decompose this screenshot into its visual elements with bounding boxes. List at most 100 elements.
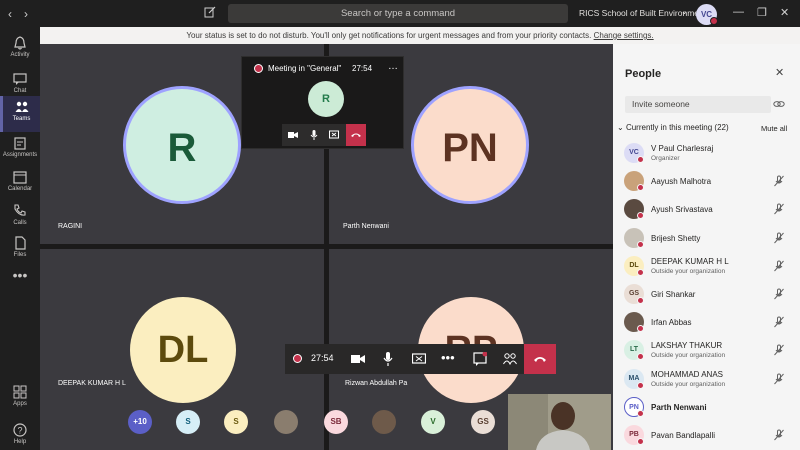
title-bar: ‹ › Search or type a command RICS School… [0, 0, 800, 27]
microphone-icon[interactable] [309, 130, 319, 140]
phone-icon [14, 204, 26, 216]
more-actions-icon[interactable]: ••• [441, 350, 455, 365]
muted-mic-icon[interactable] [773, 175, 785, 187]
roster-avatar[interactable]: +10 [128, 410, 152, 434]
share-screen-icon[interactable] [329, 130, 339, 140]
participant-name: DEEPAK KUMAR H L [651, 256, 729, 266]
participant-row[interactable]: Irfan Abbas [613, 309, 800, 337]
participant-row[interactable]: Brijesh Shetty [613, 225, 800, 253]
share-link-icon[interactable] [773, 98, 785, 110]
mute-all-button[interactable]: Mute all [761, 124, 787, 133]
rail-item-activity[interactable]: Activity [0, 32, 40, 68]
people-title: People [625, 68, 662, 80]
roster-avatar[interactable]: GS [471, 410, 495, 434]
muted-mic-icon[interactable] [773, 429, 785, 441]
more-apps-icon[interactable]: ••• [0, 267, 40, 283]
participant-row[interactable]: VC V Paul Charlesraj Organizer [613, 140, 800, 168]
muted-mic-icon[interactable] [773, 203, 785, 215]
mini-hang-up-button[interactable] [346, 124, 366, 146]
calendar-icon [13, 171, 27, 184]
rail-item-label: Calls [13, 220, 27, 226]
dnd-status-icon [710, 17, 718, 25]
tile-avatar: DL [130, 297, 236, 403]
rail-item-files[interactable]: Files [0, 232, 40, 268]
muted-mic-icon[interactable] [773, 344, 785, 356]
participant-row[interactable]: Ayush Srivastava [613, 196, 800, 224]
participant-row[interactable]: PB Pavan Bandlapalli [613, 422, 800, 450]
participant-row[interactable]: DL DEEPAK KUMAR H L Outside your organizat… [613, 253, 800, 281]
close-icon[interactable]: ✕ [775, 66, 784, 79]
maximize-icon[interactable]: ❐ [757, 6, 767, 19]
rail-item-help[interactable]: ? Help [0, 419, 40, 450]
roster-avatar[interactable] [274, 410, 298, 434]
self-video-preview[interactable] [508, 394, 611, 450]
participant-row[interactable]: LT LAKSHAY THAKUR Outside your organizatio… [613, 337, 800, 365]
camera-icon[interactable] [351, 352, 365, 366]
dnd-status-icon [637, 381, 644, 389]
participant-row[interactable]: GS Giri Shankar [613, 281, 800, 309]
muted-mic-icon[interactable] [773, 232, 785, 244]
more-options-icon[interactable]: … [388, 61, 398, 72]
muted-mic-icon[interactable] [773, 288, 785, 300]
search-input[interactable]: Search or type a command [228, 4, 568, 23]
participant-role: Outside your organization [651, 380, 726, 388]
participant-name: Irfan Abbas [651, 318, 692, 328]
muted-mic-icon[interactable] [773, 260, 785, 272]
roster-avatar[interactable]: S [176, 410, 200, 434]
meeting-timer: 27:54 [311, 353, 334, 363]
participants-icon[interactable] [503, 352, 517, 366]
mini-meeting-title: Meeting in "General" [268, 64, 342, 73]
dnd-status-icon [637, 409, 644, 417]
minimize-icon[interactable]: — [733, 6, 744, 18]
dnd-status-icon [637, 156, 644, 163]
chat-toggle-icon[interactable] [473, 352, 487, 366]
roster-avatar[interactable]: SB [324, 410, 348, 434]
compact-meeting-window[interactable]: Meeting in "General" 27:54 … R [241, 56, 404, 149]
participant-name: LAKSHAY THAKUR [651, 341, 723, 351]
apps-icon [13, 385, 27, 399]
tile-name: DEEPAK KUMAR H L [58, 380, 126, 387]
rail-item-calls[interactable]: Calls [0, 200, 40, 236]
svg-text:?: ? [17, 426, 22, 436]
recording-icon [254, 64, 263, 73]
tile-avatar: R [123, 86, 241, 204]
change-settings-link[interactable]: Change settings. [594, 31, 654, 40]
roster-avatar[interactable]: S [224, 410, 248, 434]
dnd-status-icon [637, 184, 644, 192]
muted-mic-icon[interactable] [773, 316, 785, 328]
chevron-down-icon[interactable]: ⌄ [681, 7, 688, 16]
participant-row[interactable]: MA MOHAMMAD ANAS Outside your organization [613, 366, 800, 394]
hang-up-icon [534, 357, 546, 362]
rail-item-calendar[interactable]: Calendar [0, 166, 40, 202]
help-icon: ? [13, 423, 27, 437]
org-name[interactable]: RICS School of Built Environment... [579, 8, 713, 18]
rail-item-label: Calendar [7, 186, 33, 192]
compose-icon[interactable] [204, 6, 216, 18]
rail-item-teams[interactable]: Teams [0, 96, 40, 132]
close-window-icon[interactable]: ✕ [780, 6, 789, 19]
dnd-status-icon [637, 438, 644, 445]
assignments-icon [14, 137, 26, 150]
teams-icon [15, 101, 28, 112]
forward-arrow-icon[interactable]: › [24, 7, 28, 21]
chevron-down-icon: ⌄ [617, 123, 626, 132]
dnd-status-icon [637, 212, 644, 220]
participant-row[interactable]: PN Parth Nenwani [613, 394, 800, 422]
rail-item-apps[interactable]: Apps [0, 381, 40, 417]
rail-item-label: Files [13, 252, 27, 258]
meeting-section-header[interactable]: ⌄ Currently in this meeting (22) [617, 123, 729, 132]
share-screen-icon[interactable] [412, 352, 426, 366]
files-icon [15, 236, 26, 250]
invite-input[interactable]: Invite someone [625, 96, 771, 113]
rail-item-assignments[interactable]: Assignments [0, 132, 40, 168]
microphone-icon[interactable] [381, 352, 395, 366]
back-arrow-icon[interactable]: ‹ [8, 7, 12, 21]
mini-meeting-timer: 27:54 [352, 64, 373, 73]
hang-up-button[interactable] [524, 344, 556, 374]
roster-avatar[interactable]: V [421, 410, 445, 434]
camera-icon[interactable] [288, 130, 298, 140]
roster-avatar[interactable] [372, 410, 396, 434]
participant-row[interactable]: Aayush Malhotra [613, 168, 800, 196]
participant-name: V Paul Charlesraj [651, 144, 714, 153]
muted-mic-icon[interactable] [773, 373, 785, 385]
